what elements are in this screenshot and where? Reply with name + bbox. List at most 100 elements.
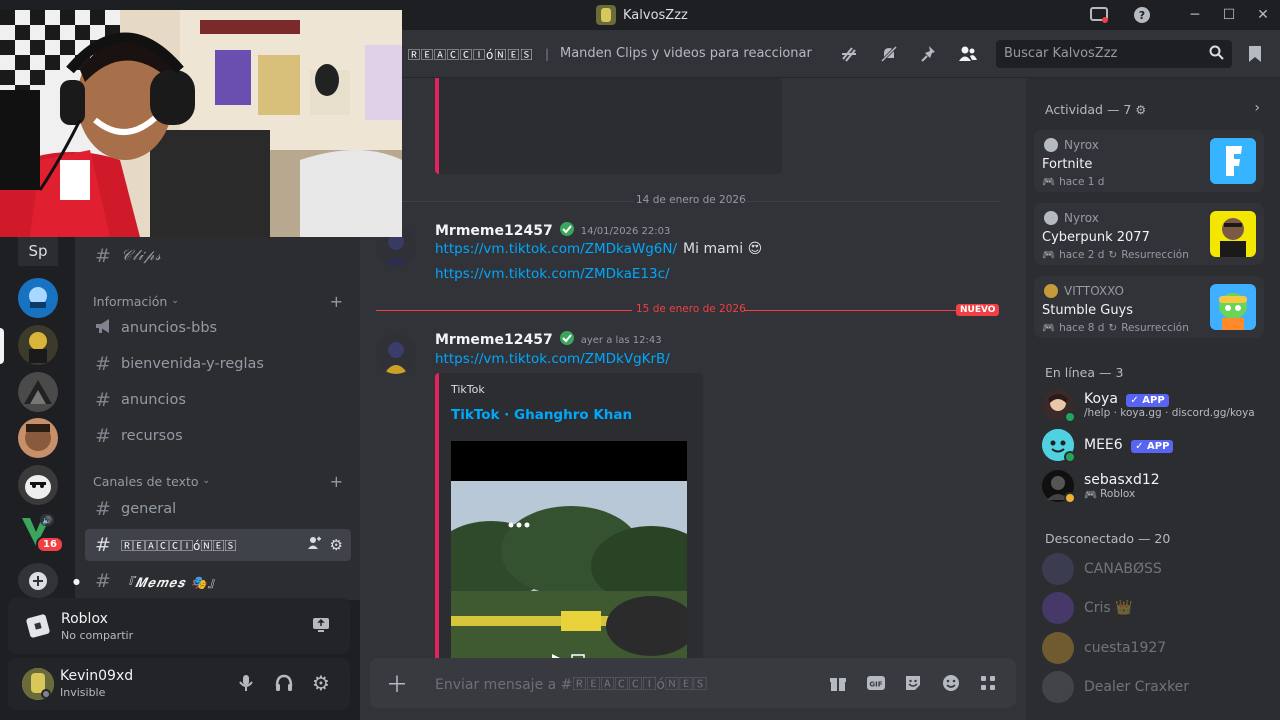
avatar[interactable]	[376, 334, 416, 374]
new-divider-line	[744, 310, 958, 311]
message-text: Mi mami 😍	[683, 241, 763, 257]
gif-icon[interactable]: GIF	[865, 672, 887, 694]
avatar	[1042, 553, 1074, 585]
chevron-down-icon: ⌄	[171, 296, 179, 306]
gamepad-icon: 🎮	[1042, 249, 1056, 261]
roblox-icon	[24, 612, 52, 640]
header-topic[interactable]: Manden Clips y videos para reaccionar	[560, 46, 812, 61]
channel-item-bienvenida[interactable]: # bienvenida-y-reglas	[85, 348, 351, 380]
microphone-icon[interactable]	[236, 673, 256, 697]
emoji-icon[interactable]	[940, 672, 962, 694]
embed-title[interactable]: TikTok · Ghanghro Khan	[451, 407, 632, 423]
avatar	[1042, 592, 1074, 624]
member-item[interactable]: sebasxd12 🎮 Roblox	[1042, 466, 1270, 506]
member-item[interactable]: Dealer Craxker	[1042, 667, 1270, 707]
member-name: Cris 👑	[1084, 600, 1133, 616]
member-item[interactable]: Koya ✓ APP /help · koya.gg · discord.gg/…	[1042, 385, 1270, 425]
add-channel-icon[interactable]: +	[330, 292, 343, 311]
activity-status: No compartir	[61, 629, 134, 642]
activity-card[interactable]: Nyrox Cyberpunk 2077 🎮 hace 2 d ↻ Resurr…	[1034, 203, 1264, 265]
new-messages-badge: NUEVO	[956, 304, 1000, 316]
embed-video[interactable]	[451, 441, 687, 673]
gear-icon[interactable]: ⚙	[330, 536, 343, 554]
channel-item-anuncios[interactable]: # anuncios	[85, 384, 351, 416]
activity-user: Nyrox	[1064, 211, 1099, 225]
bookmark-icon[interactable]	[1244, 44, 1266, 64]
member-item[interactable]: CANABØSS	[1042, 549, 1270, 589]
channel-item-clips[interactable]: # 𝒞𝓁𝒾𝓅𝓈	[85, 240, 351, 272]
refresh-icon: ↻	[1108, 321, 1118, 334]
stream-icon[interactable]	[312, 616, 330, 638]
search-input[interactable]: Buscar KalvosZzz	[996, 40, 1232, 68]
activity-header[interactable]: Actividad — 7 ⚙	[1045, 102, 1146, 117]
avatar	[1042, 429, 1076, 463]
verified-icon	[559, 221, 575, 241]
server-icon[interactable]	[18, 278, 58, 318]
maximize-icon[interactable]: ☐	[1218, 5, 1240, 25]
message-body: https://vm.tiktok.com/ZMDkaWg6N/ Mi mami…	[435, 241, 762, 257]
message-author[interactable]: Mrmeme12457	[435, 223, 553, 239]
inbox-icon[interactable]	[1088, 5, 1110, 25]
svg-text:🔊: 🔊	[42, 515, 52, 525]
invite-icon[interactable]	[307, 536, 321, 554]
add-server-button[interactable]	[18, 563, 58, 598]
gamepad-icon: 🎮	[1084, 488, 1098, 501]
mute-bell-icon[interactable]	[878, 44, 900, 64]
activity-card[interactable]: Nyrox Fortnite 🎮 hace 1 d	[1034, 130, 1264, 192]
server-icon[interactable]: 🔊 16	[18, 512, 64, 553]
svg-text:GIF: GIF	[869, 681, 882, 689]
member-item[interactable]: Cris 👑	[1042, 588, 1270, 628]
channel-item-anuncios-bbs[interactable]: anuncios-bbs	[85, 312, 351, 344]
server-icon[interactable]	[18, 465, 58, 505]
activity-game: Cyberpunk 2077	[1042, 230, 1150, 245]
message-link[interactable]: https://vm.tiktok.com/ZMDkVgKrB/	[435, 351, 670, 367]
threads-icon[interactable]	[838, 44, 860, 64]
notification-badge: 16	[36, 536, 64, 553]
member-name: MEE6	[1084, 437, 1123, 453]
sticker-icon[interactable]	[902, 672, 924, 694]
minimize-icon[interactable]: ─	[1184, 5, 1206, 25]
pin-icon[interactable]	[918, 44, 940, 64]
apps-icon[interactable]	[977, 672, 999, 694]
message-timestamp: ayer a las 12:43	[580, 334, 662, 346]
headphones-icon[interactable]	[274, 673, 294, 697]
online-header: En línea — 3	[1045, 365, 1124, 380]
member-item[interactable]: MEE6 ✓ APP	[1042, 425, 1270, 465]
avatar[interactable]	[22, 668, 54, 700]
add-channel-icon[interactable]: +	[330, 472, 343, 491]
gift-icon[interactable]	[827, 672, 849, 694]
server-icon[interactable]	[18, 372, 58, 412]
channel-sidebar: # 𝒞𝓁𝒾𝓅𝓈 Información ⌄ + anuncios-bbs # b…	[73, 236, 360, 600]
activity-card[interactable]: VITTOXXO Stumble Guys 🎮 hace 8 d ↻ Resur…	[1034, 276, 1264, 338]
channel-item-memes[interactable]: ● # 『𝑴𝒆𝒎𝒆𝒔 🎭』	[73, 565, 351, 597]
channel-item-reacciones[interactable]: # 🅁🄴🄰🄲🄲🄸ó🄽🄴🅂 ⚙	[85, 529, 351, 561]
chevron-right-icon[interactable]: ›	[1254, 100, 1260, 116]
message-input[interactable]: Enviar mensaje a #🅁🄴🄰🄲🄲🄸ó🄽🄴🅂	[435, 674, 707, 694]
category-informacion[interactable]: Información ⌄ +	[93, 292, 343, 311]
member-name: Koya	[1084, 391, 1118, 407]
discord-app: KalvosZzz ? ─ ☐ ✕ Sp 🔊 16 # 𝒞𝓁𝒾𝓅𝓈 Inform…	[0, 0, 1280, 720]
category-canales-texto[interactable]: Canales de texto ⌄ +	[93, 472, 343, 491]
members-icon[interactable]	[957, 44, 979, 64]
message-list: 14 de enero de 2026 Mrmeme12457 14/01/20…	[360, 78, 1026, 720]
date-divider-1: 14 de enero de 2026	[636, 194, 746, 206]
close-icon[interactable]: ✕	[1252, 5, 1274, 25]
server-icon[interactable]	[18, 418, 58, 458]
add-attachment-icon[interactable]: ＋	[386, 672, 408, 698]
message-link[interactable]: https://vm.tiktok.com/ZMDkaE13c/	[435, 266, 670, 282]
user-panel: Kevin09xd Invisible ⚙	[8, 658, 350, 710]
hash-icon: #	[95, 245, 111, 267]
activity-game: Fortnite	[1042, 157, 1093, 172]
message-author[interactable]: Mrmeme12457	[435, 332, 553, 348]
member-list: Actividad — 7 ⚙ › Nyrox Fortnite 🎮 hace …	[1026, 78, 1280, 720]
message-composer: ＋ Enviar mensaje a #🅁🄴🄰🄲🄲🄸ó🄽🄴🅂 GIF	[370, 658, 1016, 708]
channel-item-general[interactable]: # general	[85, 493, 351, 525]
help-icon[interactable]: ?	[1131, 5, 1153, 25]
message-link[interactable]: https://vm.tiktok.com/ZMDkaWg6N/	[435, 241, 677, 257]
user-settings-icon[interactable]: ⚙	[312, 671, 330, 695]
server-icon[interactable]	[18, 325, 58, 365]
channel-item-recursos[interactable]: # recursos	[85, 420, 351, 452]
member-item[interactable]: cuesta1927	[1042, 628, 1270, 668]
activity-user: VITTOXXO	[1064, 284, 1124, 298]
server-current-label[interactable]: Sp	[18, 236, 58, 266]
